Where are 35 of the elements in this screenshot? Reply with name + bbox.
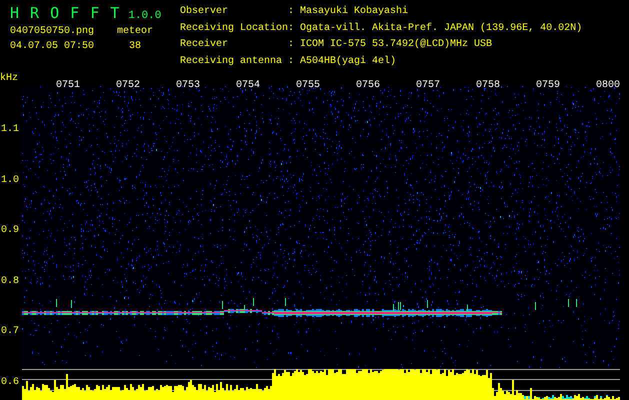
time-label: 0752 [116, 80, 140, 91]
time-label: 0753 [176, 80, 200, 91]
info-label: Receiver [180, 39, 230, 52]
time-label: 0751 [56, 80, 80, 91]
info-value: Ogata-vill. Akita-Pref. JAPAN (139.96E, 40.02N) [300, 22, 582, 36]
time-label: 0758 [476, 80, 500, 91]
info-separator: : [288, 56, 296, 68]
time-label: 0754 [236, 80, 260, 91]
frequency-label: 1.1 [1, 124, 20, 135]
info-separator: : [288, 39, 296, 52]
time-label: 0755 [296, 80, 320, 91]
info-value: Masayuki Kobayashi [300, 6, 410, 19]
frequency-label: 0.9 [1, 225, 20, 236]
info-label: Observer [180, 6, 230, 19]
info-separator: : [288, 6, 296, 19]
frequency-label: 0.6 [1, 376, 20, 388]
frequency-label: 0.8 [1, 276, 20, 286]
app-version: 1.0.0 [128, 10, 162, 22]
info-label: Receiving Location [180, 22, 288, 36]
axis-unit: kHz [0, 73, 18, 84]
time-label: 0759 [536, 80, 560, 91]
count-value: 38 [128, 41, 142, 53]
info-separator: : [288, 22, 296, 36]
info-value: A504HB(yagi 4el) [300, 56, 398, 68]
frequency-label: 1.0 [1, 174, 20, 186]
time-label: 0800 [596, 80, 620, 91]
time-label: 0757 [416, 80, 440, 91]
app-title: H R O F F T [10, 4, 120, 22]
frequency-label: 0.7 [1, 326, 20, 337]
file-name: 0407050750.png [10, 26, 96, 38]
timestamp: 04.07.05 07:50 [10, 41, 96, 53]
time-label: 0756 [356, 80, 380, 91]
info-label: Receiving antenna [180, 56, 284, 68]
count-label: meteor [116, 26, 154, 38]
info-value: ICOM IC-575 53.7492(@LCD)MHz USB [300, 39, 494, 52]
